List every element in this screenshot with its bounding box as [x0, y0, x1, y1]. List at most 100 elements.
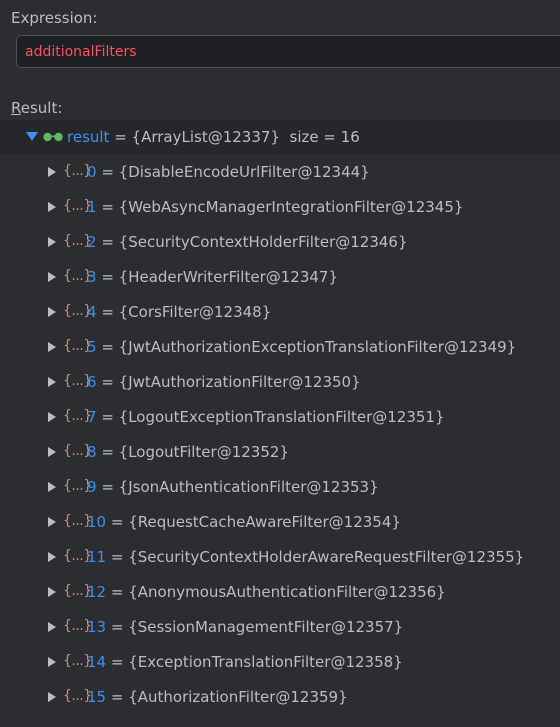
item-index: 15 [87, 688, 107, 706]
item-index: 14 [87, 653, 107, 671]
chevron-right-icon[interactable] [48, 657, 56, 667]
tree-item-text: 10 = {RequestCacheAwareFilter@12354} [87, 513, 401, 531]
item-index: 0 [87, 163, 97, 181]
tree-item-row[interactable]: {...} 11 = {SecurityContextHolderAwareReq… [0, 540, 560, 575]
item-value: {WebAsyncManagerIntegrationFilter@12345} [118, 198, 464, 216]
item-equals: = [96, 373, 119, 391]
tree-item-row[interactable]: {...} 8 = {LogoutFilter@12352} [0, 435, 560, 470]
tree-item-row[interactable]: {...} 12 = {AnonymousAuthenticationFilter… [0, 575, 560, 610]
item-equals: = [106, 548, 129, 566]
item-equals: = [106, 513, 129, 531]
item-value: {CorsFilter@12348} [118, 303, 272, 321]
item-equals: = [96, 233, 119, 251]
item-index: 13 [87, 618, 107, 636]
tree-item-text: 14 = {ExceptionTranslationFilter@12358} [87, 653, 403, 671]
item-index: 9 [87, 478, 97, 496]
item-equals: = [106, 688, 129, 706]
item-equals: = [96, 163, 119, 181]
tree-item-row[interactable]: {...} 15 = {AuthorizationFilter@12359} [0, 680, 560, 715]
tree-item-row[interactable]: {...} 6 = {JwtAuthorizationFilter@12350} [0, 365, 560, 400]
root-value: {ArrayList@12337} [131, 128, 280, 146]
chevron-right-icon[interactable] [48, 237, 56, 247]
item-value: {JwtAuthorizationFilter@12350} [118, 373, 361, 391]
item-value: {AnonymousAuthenticationFilter@12356} [128, 583, 446, 601]
root-size: size = 16 [289, 128, 360, 146]
result-tree[interactable]: result = {ArrayList@12337} size = 16 {..… [0, 120, 560, 715]
chevron-right-icon[interactable] [48, 447, 56, 457]
tree-children: {...} 0 = {DisableEncodeUrlFilter@12344}{… [0, 155, 560, 715]
chevron-right-icon[interactable] [48, 587, 56, 597]
chevron-right-icon[interactable] [48, 622, 56, 632]
root-equals: = [109, 128, 132, 146]
chevron-down-icon[interactable] [26, 132, 38, 141]
tree-item-text: 3 = {HeaderWriterFilter@12347} [87, 268, 338, 286]
tree-item-text: 5 = {JwtAuthorizationExceptionTranslatio… [87, 338, 516, 356]
item-value: {JwtAuthorizationExceptionTranslationFil… [118, 338, 517, 356]
tree-item-text: 8 = {LogoutFilter@12352} [87, 443, 289, 461]
tree-item-row[interactable]: {...} 14 = {ExceptionTranslationFilter@12… [0, 645, 560, 680]
tree-item-row[interactable]: {...} 9 = {JsonAuthenticationFilter@12353… [0, 470, 560, 505]
item-value: {ExceptionTranslationFilter@12358} [128, 653, 403, 671]
item-equals: = [106, 618, 129, 636]
tree-item-row[interactable]: {...} 0 = {DisableEncodeUrlFilter@12344} [0, 155, 560, 190]
tree-item-row[interactable]: {...} 4 = {CorsFilter@12348} [0, 295, 560, 330]
chevron-right-icon[interactable] [48, 272, 56, 282]
result-label-rest: esult: [20, 99, 63, 117]
item-value: {SessionManagementFilter@12357} [128, 618, 404, 636]
tree-item-row[interactable]: {...} 7 = {LogoutExceptionTranslationFilt… [0, 400, 560, 435]
glasses-icon [43, 132, 63, 142]
chevron-right-icon[interactable] [48, 412, 56, 422]
item-index: 6 [87, 373, 97, 391]
root-node-text: result = {ArrayList@12337} size = 16 [67, 128, 360, 146]
chevron-right-icon[interactable] [48, 342, 56, 352]
item-index: 4 [87, 303, 97, 321]
item-value: {RequestCacheAwareFilter@12354} [128, 513, 401, 531]
tree-item-text: 6 = {JwtAuthorizationFilter@12350} [87, 373, 361, 391]
tree-item-row[interactable]: {...} 3 = {HeaderWriterFilter@12347} [0, 260, 560, 295]
item-index: 11 [87, 548, 107, 566]
tree-item-text: 4 = {CorsFilter@12348} [87, 303, 271, 321]
item-value: {JsonAuthenticationFilter@12353} [118, 478, 379, 496]
tree-item-text: 15 = {AuthorizationFilter@12359} [87, 688, 348, 706]
item-value: {LogoutFilter@12352} [118, 443, 289, 461]
item-equals: = [96, 303, 119, 321]
chevron-right-icon[interactable] [48, 552, 56, 562]
tree-item-row[interactable]: {...} 10 = {RequestCacheAwareFilter@12354… [0, 505, 560, 540]
item-value: {SecurityContextHolderAwareRequestFilter… [128, 548, 525, 566]
chevron-right-icon[interactable] [48, 517, 56, 527]
item-index: 3 [87, 268, 97, 286]
tree-item-row[interactable]: {...} 1 = {WebAsyncManagerIntegrationFilt… [0, 190, 560, 225]
tree-item-text: 1 = {WebAsyncManagerIntegrationFilter@12… [87, 198, 463, 216]
chevron-right-icon[interactable] [48, 377, 56, 387]
tree-root-row[interactable]: result = {ArrayList@12337} size = 16 [0, 120, 560, 155]
tree-item-text: 2 = {SecurityContextHolderFilter@12346} [87, 233, 408, 251]
tree-item-text: 12 = {AnonymousAuthenticationFilter@1235… [87, 583, 446, 601]
result-label: Result: [11, 99, 62, 117]
chevron-right-icon[interactable] [48, 202, 56, 212]
tree-item-text: 0 = {DisableEncodeUrlFilter@12344} [87, 163, 370, 181]
result-label-mnemonic: R [11, 99, 21, 117]
item-index: 8 [87, 443, 97, 461]
tree-item-text: 9 = {JsonAuthenticationFilter@12353} [87, 478, 379, 496]
item-value: {LogoutExceptionTranslationFilter@12351} [118, 408, 445, 426]
root-name: result [67, 128, 110, 146]
item-equals: = [96, 198, 119, 216]
chevron-right-icon[interactable] [48, 307, 56, 317]
tree-item-row[interactable]: {...} 5 = {JwtAuthorizationExceptionTrans… [0, 330, 560, 365]
chevron-right-icon[interactable] [48, 482, 56, 492]
tree-item-row[interactable]: {...} 13 = {SessionManagementFilter@12357… [0, 610, 560, 645]
chevron-right-icon[interactable] [48, 692, 56, 702]
item-equals: = [96, 478, 119, 496]
expression-input[interactable]: additionalFilters [16, 35, 560, 68]
item-value: {DisableEncodeUrlFilter@12344} [118, 163, 370, 181]
item-index: 5 [87, 338, 97, 356]
tree-item-text: 13 = {SessionManagementFilter@12357} [87, 618, 403, 636]
item-value: {HeaderWriterFilter@12347} [118, 268, 338, 286]
item-index: 7 [87, 408, 97, 426]
item-value: {SecurityContextHolderFilter@12346} [118, 233, 408, 251]
expression-label: Expression: [11, 9, 98, 27]
item-equals: = [96, 408, 119, 426]
chevron-right-icon[interactable] [48, 167, 56, 177]
item-equals: = [106, 653, 129, 671]
tree-item-row[interactable]: {...} 2 = {SecurityContextHolderFilter@12… [0, 225, 560, 260]
